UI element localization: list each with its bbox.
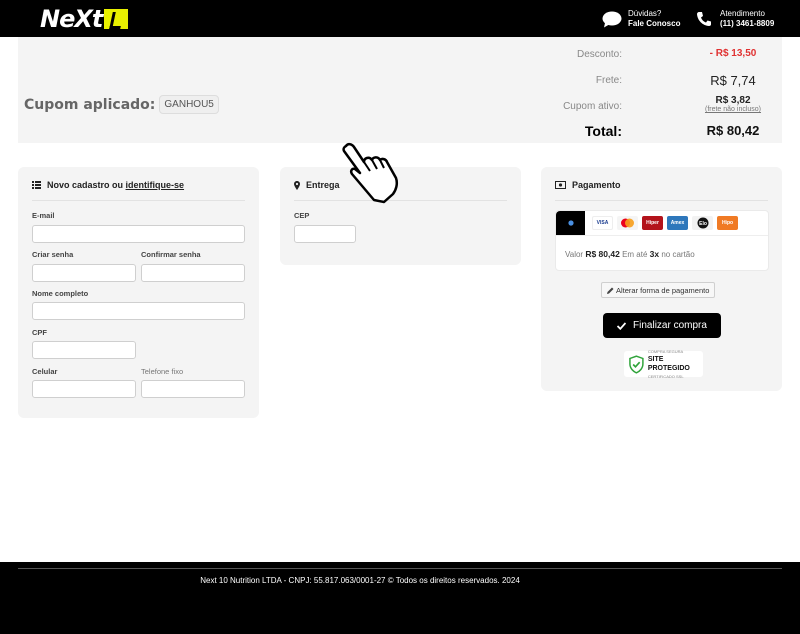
ssl-seal: COMPRA SEGURA SITE PROTEGIDO CERTIFICADO… [624,349,703,379]
cep-label: CEP [294,211,310,220]
cpf-field[interactable] [32,341,136,359]
top-header: NeXt Dúvidas? Fale Conosco Atendimento (… [0,0,800,37]
register-title-text: Novo cadastro ou [47,180,124,190]
finalize-purchase-button[interactable]: Finalizar compra [603,313,721,338]
seal-bottom-text: CERTIFICADO SSL [647,374,684,379]
phone-number: (11) 3461-8809 [720,19,775,28]
footer-divider [18,568,782,569]
password-label: Criar senha [32,250,74,259]
payment-card: Pagamento VISA Hiper Amex Elo Hipo Valor… [541,167,782,391]
discount-value: - R$ 13,50 [709,48,757,59]
brand-logo[interactable]: NeXt [40,5,129,33]
change-payment-label: Alterar forma de pagamento [616,285,710,295]
payment-divider [555,200,768,201]
info-value: R$ 80,42 [585,249,620,259]
register-card: Novo cadastro ou identifique-se E-mail C… [18,167,259,418]
hipo-icon: Hipo [717,216,738,230]
seal-main-text: SITE PROTEGIDO [647,356,690,372]
info-mid: Em até [622,250,648,259]
coupon-active-value: R$ 3,82 [715,95,751,106]
radio-selected-icon [567,220,574,226]
confirm-password-label: Confirmar senha [141,250,201,259]
logo-text: NeXt [40,5,103,33]
delivery-title-text: Entrega [306,180,340,190]
change-payment-button[interactable]: Alterar forma de pagamento [601,282,716,298]
finalize-label: Finalizar compra [633,320,707,331]
payment-title: Pagamento [555,180,621,190]
chat-bubble-icon [602,10,622,28]
phone-icon [694,10,714,28]
list-icon [32,181,41,189]
info-prefix: Valor [565,250,584,259]
cpf-label: CPF [32,328,47,337]
cep-field[interactable] [294,225,356,243]
order-summary: Cupom aplicado: GANHOU5 Desconto: - R$ 1… [18,37,782,143]
coupon-active-label: Cupom ativo: [563,101,622,112]
phone-caption: Atendimento [720,9,765,18]
payment-box-divider [556,235,768,236]
full-name-field[interactable] [32,302,245,320]
visa-icon: VISA [592,216,613,230]
card-method-tab[interactable] [556,211,585,235]
help-label: Dúvidas? [628,9,662,18]
money-icon [555,181,566,189]
info-installments: 3x [649,249,660,259]
payment-title-text: Pagamento [572,180,621,190]
full-name-label: Nome completo [32,289,89,298]
email-label: E-mail [32,211,55,220]
password-field[interactable] [32,264,136,282]
delivery-title: Entrega [294,180,340,190]
total-value: R$ 80,42 [706,123,760,138]
elo-label: Elo [699,221,707,227]
mobile-label: Celular [32,367,58,376]
landline-field[interactable] [141,380,245,398]
email-field[interactable] [32,225,245,243]
identify-link[interactable]: identifique-se [126,180,185,190]
coupon-code-badge: GANHOU5 [159,95,219,114]
footer: Next 10 Nutrition LTDA - CNPJ: 55.817.06… [0,562,800,634]
mastercard-icon [617,216,638,230]
register-divider [32,200,245,201]
amex-icon: Amex [667,216,688,230]
elo-icon: Elo [692,216,713,230]
shipping-value: R$ 7,74 [710,73,756,88]
coupon-active-block: R$ 3,82 (frete não incluso) [678,95,788,113]
info-suffix: no cartão [661,250,695,259]
total-label: Total: [584,123,622,139]
register-title: Novo cadastro ou identifique-se [32,180,184,190]
coupon-active-note[interactable]: (frete não incluso) [678,106,788,113]
contact-label: Fale Conosco [628,19,681,28]
mobile-field[interactable] [32,380,136,398]
shipping-label: Frete: [595,75,622,86]
confirm-password-field[interactable] [141,264,245,282]
hand-pointer-cursor-icon [338,140,402,209]
logo-mark-icon [104,9,129,29]
shield-check-icon [629,354,644,374]
contact-link[interactable]: Dúvidas? Fale Conosco [602,9,680,29]
footer-copyright: Next 10 Nutrition LTDA - CNPJ: 55.817.06… [200,576,520,585]
discount-label: Desconto: [576,49,622,60]
check-icon [617,321,627,330]
map-pin-icon [294,180,300,190]
hipercard-icon: Hiper [642,216,663,230]
card-brands: VISA Hiper Amex Elo Hipo [592,216,738,230]
coupon-label: Cupom aplicado: [24,96,156,113]
applied-coupon: Cupom aplicado: GANHOU5 [24,95,219,114]
card-payment-box: VISA Hiper Amex Elo Hipo Valor R$ 80,42 … [555,210,769,271]
seal-top-text: COMPRA SEGURA [647,349,684,354]
landline-label: Telefone fixo [141,367,184,376]
installment-info: Valor R$ 80,42 Em até 3x no cartão [565,249,695,259]
phone-contact[interactable]: Atendimento (11) 3461-8809 [694,9,774,29]
pencil-icon [607,287,614,294]
